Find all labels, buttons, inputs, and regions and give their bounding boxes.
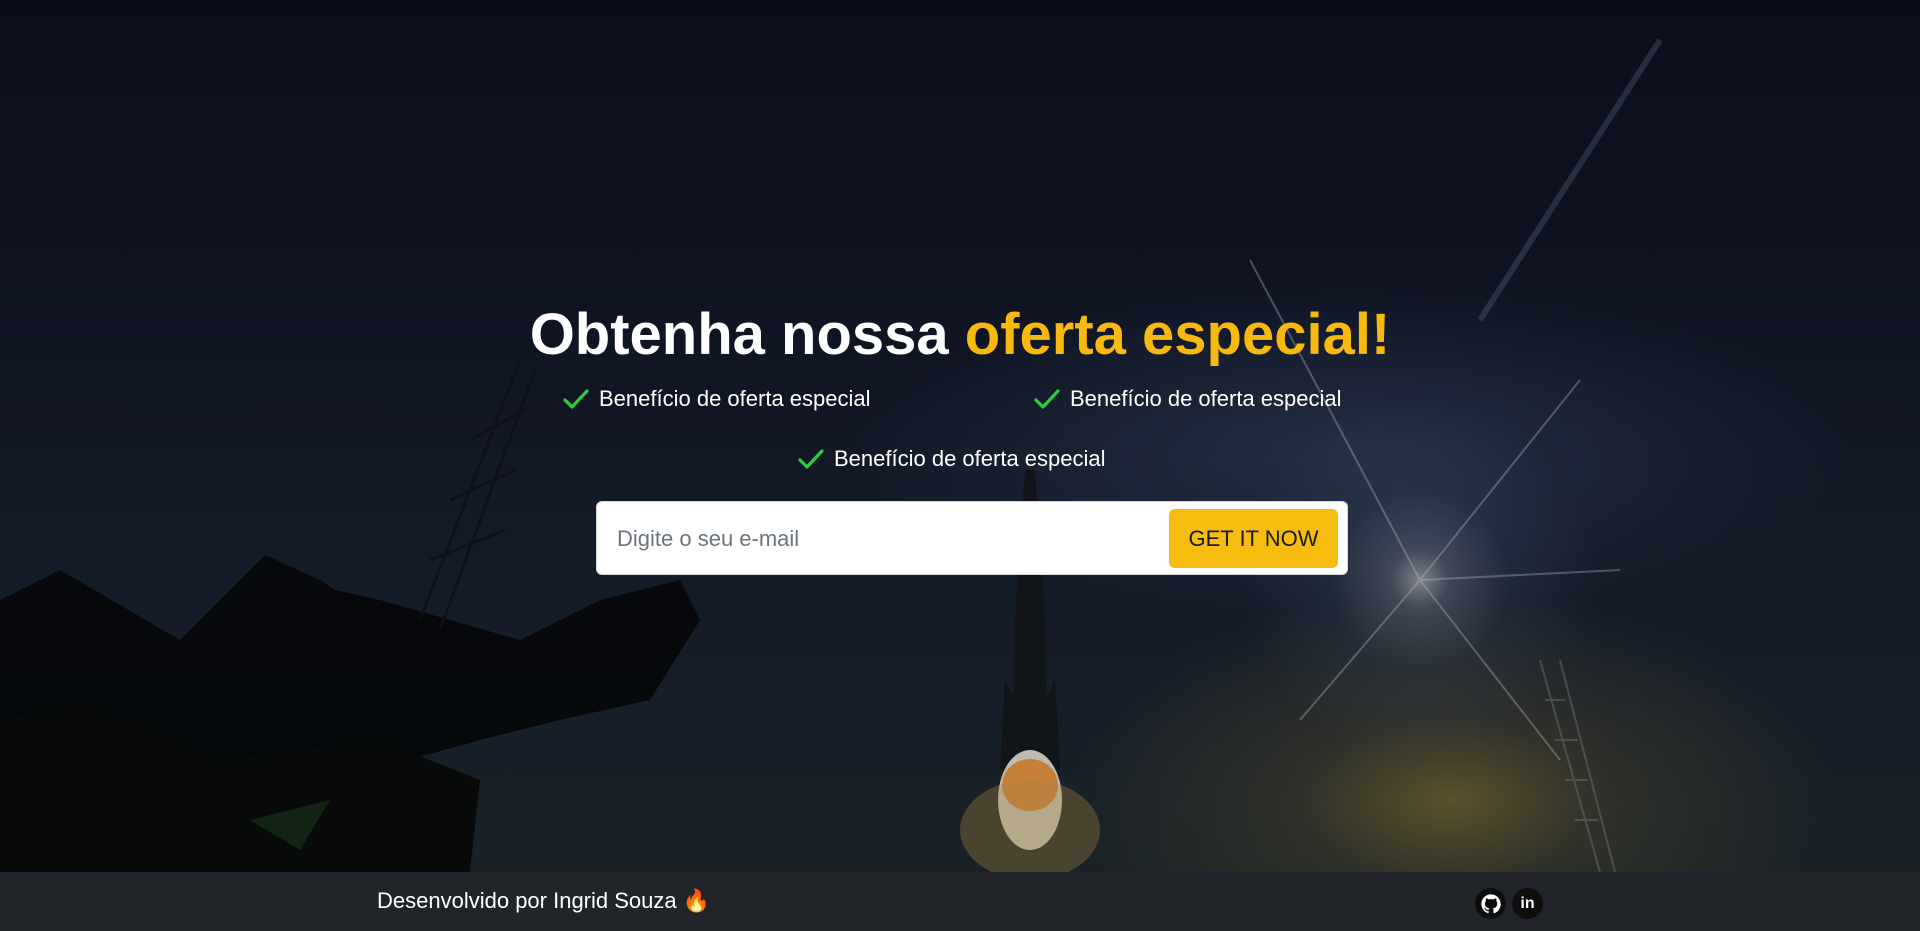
benefit-label: Benefício de oferta especial [599, 386, 871, 411]
email-input[interactable] [615, 516, 1159, 562]
linkedin-icon: in [1520, 894, 1535, 912]
footer: Desenvolvido por Ingrid Souza 🔥 [0, 872, 1920, 931]
hero-background [0, 0, 1920, 872]
headline-main: Obtenha nossa [529, 302, 965, 367]
github-link[interactable] [1475, 888, 1506, 919]
check-icon [798, 449, 824, 469]
page-title: Obtenha nossa oferta especial! [0, 295, 1920, 375]
get-it-now-button[interactable]: GET IT NOW [1169, 509, 1338, 568]
benefit-item-2: Benefício de oferta especial [1034, 386, 1342, 412]
github-icon [1480, 893, 1501, 913]
headline-accent: oferta especial! [964, 302, 1391, 367]
footer-credit: Desenvolvido por Ingrid Souza 🔥 [377, 888, 711, 913]
offer-section: Obtenha nossa oferta especial! [0, 295, 1920, 375]
hero-overlay [0, 0, 1920, 872]
benefit-item-3: Benefício de oferta especial [798, 446, 1106, 472]
linkedin-link[interactable]: in [1512, 888, 1543, 919]
email-signup-form: GET IT NOW [596, 501, 1348, 575]
check-icon [1034, 389, 1060, 409]
benefit-label: Benefício de oferta especial [1070, 386, 1342, 411]
benefit-item-1: Benefício de oferta especial [563, 386, 871, 412]
check-icon [563, 389, 589, 409]
benefit-label: Benefício de oferta especial [834, 446, 1106, 471]
